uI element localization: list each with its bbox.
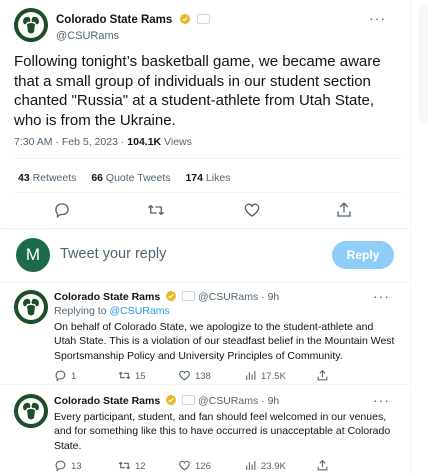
- retweet-button[interactable]: 15: [118, 369, 146, 385]
- share-icon: [317, 370, 328, 381]
- share-button[interactable]: [316, 459, 333, 475]
- divider: [0, 228, 410, 229]
- tweet-text: Following tonight’s basketball game, we …: [14, 53, 381, 129]
- timeline: Colorado State Rams @CSURams ··· Followi…: [0, 0, 410, 475]
- avatar[interactable]: [14, 394, 48, 428]
- more-horizontal-icon[interactable]: ···: [373, 288, 390, 304]
- replying-to-link[interactable]: @CSURams: [109, 305, 169, 317]
- reply-button[interactable]: 13: [54, 459, 82, 475]
- reply-submit-button[interactable]: Reply: [332, 241, 394, 269]
- divider: [0, 384, 410, 385]
- handle[interactable]: @CSURams: [198, 291, 258, 303]
- like-button[interactable]: 126: [178, 459, 211, 475]
- tweet-meta: 7:30 AM · Feb 5, 2023 · 104.1K Views: [14, 136, 192, 148]
- sidebar-panel: [419, 4, 428, 124]
- views-button[interactable]: 23.9K: [244, 459, 286, 475]
- tweet-actions: [14, 198, 402, 222]
- reply-input[interactable]: Tweet your reply: [60, 246, 166, 262]
- like-button[interactable]: 138: [178, 369, 211, 385]
- tweet-date[interactable]: Feb 5, 2023: [62, 136, 118, 148]
- reply-icon: [55, 370, 66, 382]
- reply-header: Colorado State Rams @CSURams · 9h: [54, 394, 280, 407]
- divider: [14, 192, 402, 193]
- heart-icon: [179, 461, 190, 471]
- ram-logo-icon: [14, 290, 48, 324]
- retweet-button[interactable]: 12: [118, 459, 146, 475]
- ram-logo-icon: [14, 8, 48, 42]
- timestamp[interactable]: 9h: [268, 395, 280, 407]
- handle[interactable]: @CSURams: [198, 395, 258, 407]
- reply-body: Colorado State Rams @CSURams · 9h ··· Ev…: [54, 392, 398, 475]
- divider: [0, 282, 410, 283]
- share-icon: [337, 202, 351, 217]
- name-block: Colorado State Rams @CSURams: [56, 10, 211, 42]
- reply-text: On behalf of Colorado State, we apologiz…: [54, 321, 395, 362]
- verified-badge-icon: [165, 290, 177, 302]
- reply-header: Colorado State Rams @CSURams · 9h: [54, 290, 280, 303]
- affiliate-badge-icon: [197, 14, 211, 24]
- display-name[interactable]: Colorado State Rams: [54, 291, 160, 303]
- retweet-icon: [148, 205, 164, 215]
- retweet-icon: [118, 462, 131, 470]
- right-sidebar: [410, 0, 428, 475]
- tweet-stats: 43 Retweets 66 Quote Tweets 174 Likes: [18, 172, 242, 184]
- affiliate-badge-icon: [182, 291, 196, 301]
- verified-badge-icon: [165, 394, 177, 406]
- heart-icon: [244, 203, 260, 217]
- quotes-stat[interactable]: 66 Quote Tweets: [91, 172, 170, 184]
- more-horizontal-icon[interactable]: ···: [369, 10, 386, 26]
- timestamp[interactable]: 9h: [268, 291, 280, 303]
- divider: [14, 158, 402, 159]
- views-count: 104.1K: [127, 136, 162, 148]
- share-button[interactable]: [332, 198, 356, 222]
- avatar[interactable]: [14, 8, 48, 42]
- analytics-icon: [246, 371, 256, 381]
- retweet-button[interactable]: [144, 198, 168, 222]
- ram-logo-icon: [14, 394, 48, 428]
- tweet-header: Colorado State Rams @CSURams ···: [14, 8, 394, 44]
- tweet-time[interactable]: 7:30 AM: [14, 136, 53, 148]
- like-button[interactable]: [240, 198, 264, 222]
- share-icon: [317, 460, 328, 471]
- reply-body: Colorado State Rams @CSURams · 9h ··· Re…: [54, 288, 398, 387]
- heart-icon: [179, 371, 190, 381]
- views-button[interactable]: 17.5K: [244, 369, 286, 385]
- reply-button[interactable]: [50, 198, 74, 222]
- replying-to: Replying to @CSURams: [54, 305, 170, 317]
- display-name[interactable]: Colorado State Rams: [54, 395, 160, 407]
- avatar[interactable]: M: [16, 238, 50, 272]
- display-name[interactable]: Colorado State Rams: [56, 14, 172, 26]
- reply-text: Every participant, student, and fan shou…: [54, 411, 391, 452]
- reply-icon: [55, 460, 66, 472]
- likes-stat[interactable]: 174 Likes: [185, 172, 230, 184]
- reply-button[interactable]: 1: [54, 369, 76, 385]
- share-button[interactable]: [316, 369, 333, 385]
- more-horizontal-icon[interactable]: ···: [373, 392, 390, 408]
- verified-badge-icon: [179, 13, 190, 25]
- views-label: Views: [164, 136, 192, 148]
- avatar[interactable]: [14, 290, 48, 324]
- analytics-icon: [246, 461, 256, 471]
- retweet-icon: [118, 372, 131, 380]
- reply-actions: 13 12 126 23.9K: [54, 459, 398, 475]
- reply-composer: M Tweet your reply Reply: [0, 232, 410, 278]
- affiliate-badge-icon: [182, 395, 196, 405]
- reply-icon: [55, 203, 69, 219]
- handle[interactable]: @CSURams: [56, 30, 210, 42]
- retweets-stat[interactable]: 43 Retweets: [18, 172, 76, 184]
